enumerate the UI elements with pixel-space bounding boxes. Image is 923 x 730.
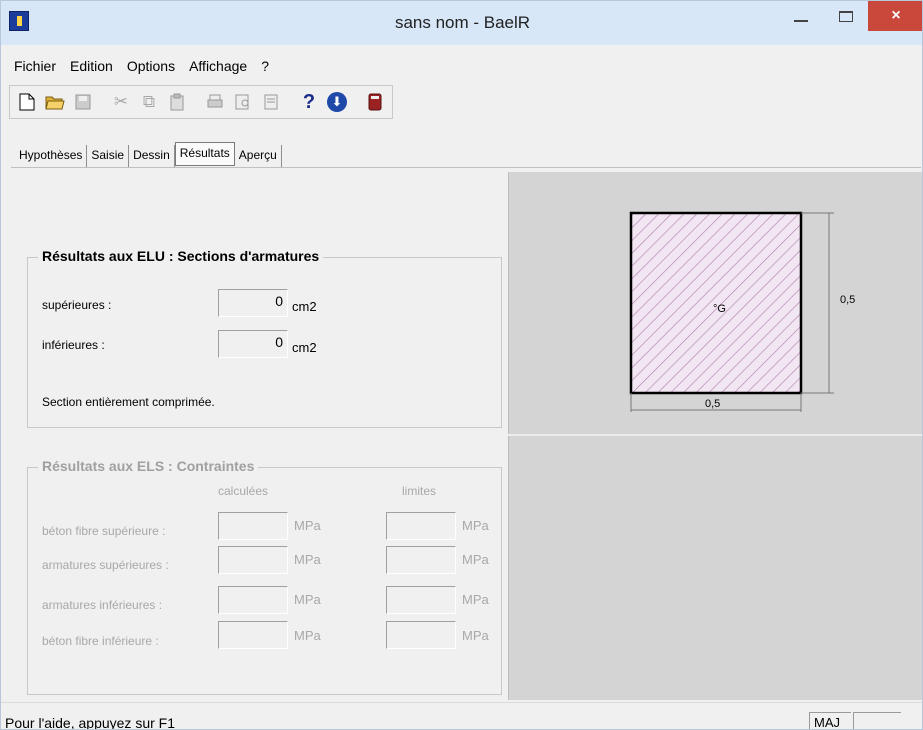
menu-fichier[interactable]: Fichier bbox=[7, 58, 63, 74]
open-folder-icon[interactable] bbox=[42, 89, 68, 115]
title-bar[interactable]: sans nom - BaelR × bbox=[1, 1, 922, 45]
els-unit: MPa bbox=[462, 628, 489, 643]
inf-unit: cm2 bbox=[292, 340, 317, 355]
status-bar: Pour l'aide, appuyez sur F1 MAJ bbox=[1, 702, 922, 730]
sup-label: supérieures : bbox=[42, 298, 112, 312]
els-col-calculees: calculées bbox=[218, 484, 269, 498]
caps-lock-indicator: MAJ bbox=[809, 712, 851, 729]
els-calc-field bbox=[218, 586, 288, 614]
app-window: sans nom - BaelR × Fichier Edition Optio… bbox=[0, 0, 923, 730]
els-unit: MPa bbox=[462, 518, 489, 533]
help-icon[interactable]: ? bbox=[296, 89, 322, 115]
results-panel: Résultats aux ELU : Sections d'armatures… bbox=[15, 171, 507, 701]
cut-icon[interactable]: ✂ bbox=[108, 89, 134, 115]
els-col-limites: limites bbox=[402, 484, 437, 498]
print-icon[interactable] bbox=[202, 89, 228, 115]
save-icon[interactable] bbox=[70, 89, 96, 115]
tab-resultats[interactable]: Résultats bbox=[174, 142, 235, 166]
els-calc-field bbox=[218, 621, 288, 649]
els-row-label: béton fibre supérieure : bbox=[42, 524, 166, 538]
close-icon: × bbox=[891, 7, 901, 24]
menu-help[interactable]: ? bbox=[254, 58, 276, 74]
paste-icon[interactable] bbox=[164, 89, 190, 115]
sup-unit: cm2 bbox=[292, 299, 317, 314]
els-row-label: armatures inférieures : bbox=[42, 598, 163, 612]
els-limit-field bbox=[386, 512, 456, 540]
els-unit: MPa bbox=[294, 518, 321, 533]
width-dimension-label: 0,5 bbox=[705, 398, 720, 410]
height-dimension-label: 0,5 bbox=[840, 294, 855, 306]
section-drawing: °G 0,5 0,5 bbox=[629, 211, 855, 412]
tab-dessin[interactable]: Dessin bbox=[129, 145, 175, 167]
toolbar: ✂ ⧉ ? ⬇ bbox=[9, 85, 393, 119]
elu-title: Résultats aux ELU : Sections d'armatures bbox=[38, 248, 324, 264]
maximize-icon bbox=[838, 10, 853, 22]
tab-hypotheses[interactable]: Hypothèses bbox=[15, 145, 88, 167]
new-document-icon[interactable] bbox=[14, 89, 40, 115]
section-drawing-panel: °G 0,5 0,5 bbox=[508, 172, 922, 434]
menu-edition[interactable]: Edition bbox=[63, 58, 120, 74]
els-unit: MPa bbox=[462, 592, 489, 607]
page-setup-icon[interactable] bbox=[258, 89, 284, 115]
minimize-button[interactable] bbox=[778, 1, 823, 31]
els-group: Résultats aux ELS : Contraintes calculée… bbox=[27, 458, 502, 695]
els-row-label: armatures supérieures : bbox=[42, 558, 169, 572]
els-calc-field bbox=[218, 546, 288, 574]
maximize-button[interactable] bbox=[823, 1, 868, 31]
els-limit-field bbox=[386, 546, 456, 574]
sup-value-field: 0 bbox=[218, 289, 288, 317]
els-limit-field bbox=[386, 621, 456, 649]
copy-icon[interactable]: ⧉ bbox=[136, 89, 162, 115]
status-pane bbox=[853, 712, 901, 729]
els-unit: MPa bbox=[294, 628, 321, 643]
els-row-label: béton fibre inférieure : bbox=[42, 634, 159, 648]
elu-message: Section entièrement comprimée. bbox=[42, 395, 215, 409]
close-button[interactable]: × bbox=[868, 1, 922, 31]
els-calc-field bbox=[218, 512, 288, 540]
status-help-text: Pour l'aide, appuyez sur F1 bbox=[5, 715, 175, 730]
centroid-label: °G bbox=[713, 303, 726, 315]
stress-diagram-panel bbox=[508, 436, 922, 700]
els-unit: MPa bbox=[294, 592, 321, 607]
inf-label: inférieures : bbox=[42, 338, 105, 352]
update-icon[interactable]: ⬇ bbox=[327, 92, 347, 112]
els-unit: MPa bbox=[462, 552, 489, 567]
tab-bar: Hypothèses Saisie Dessin Résultats Aperç… bbox=[15, 141, 282, 167]
elu-group: Résultats aux ELU : Sections d'armatures… bbox=[27, 248, 502, 428]
menu-affichage[interactable]: Affichage bbox=[182, 58, 254, 74]
tab-saisie[interactable]: Saisie bbox=[87, 145, 130, 167]
els-unit: MPa bbox=[294, 552, 321, 567]
print-preview-icon[interactable] bbox=[230, 89, 256, 115]
inf-value-field: 0 bbox=[218, 330, 288, 358]
els-limit-field bbox=[386, 586, 456, 614]
els-title: Résultats aux ELS : Contraintes bbox=[38, 458, 259, 474]
tab-apercu[interactable]: Aperçu bbox=[235, 145, 282, 167]
minimize-icon bbox=[793, 20, 808, 22]
menu-options[interactable]: Options bbox=[120, 58, 182, 74]
menu-bar: Fichier Edition Options Affichage ? bbox=[1, 53, 922, 79]
calculator-icon[interactable] bbox=[362, 89, 388, 115]
